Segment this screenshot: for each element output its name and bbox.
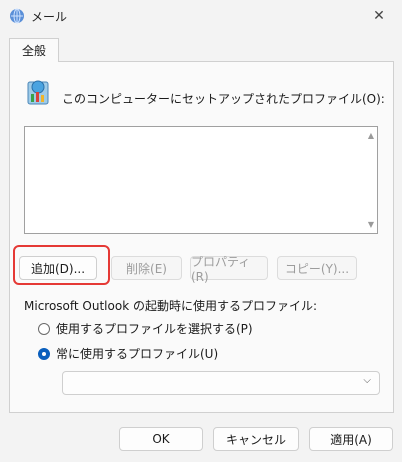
copy-button[interactable]: コピー(Y)...	[277, 256, 357, 280]
profiles-list[interactable]: ▲ ▼	[24, 126, 378, 234]
radio-prompt-indicator[interactable]	[38, 322, 50, 335]
add-button[interactable]: 追加(D)...	[19, 256, 97, 280]
tab-general[interactable]: 全般	[9, 38, 59, 62]
tab-general-label: 全般	[21, 44, 46, 58]
cancel-button[interactable]: キャンセル	[213, 427, 299, 451]
close-icon: ✕	[373, 8, 385, 24]
radio-prompt-profile[interactable]: 使用するプロファイルを選択する(P)	[38, 320, 253, 337]
always-profile-select[interactable]: ⌵	[62, 371, 380, 395]
profiles-label: このコンピューターにセットアップされたプロファイル(O):	[62, 92, 385, 106]
mail-globe-icon	[10, 8, 24, 24]
scroll-up-icon[interactable]: ▲	[368, 131, 374, 140]
close-button[interactable]: ✕	[356, 0, 402, 32]
radio-always-indicator[interactable]	[38, 347, 50, 360]
window-title: メール	[31, 10, 68, 24]
delete-button[interactable]: 削除(E)	[111, 256, 182, 280]
mail-profiles-icon	[27, 80, 49, 105]
apply-button[interactable]: 適用(A)	[309, 427, 393, 451]
profiles-scrollbar[interactable]: ▲ ▼	[362, 127, 377, 233]
chevron-down-icon[interactable]: ⌵	[363, 375, 371, 386]
ok-button[interactable]: OK	[119, 427, 203, 451]
title-bar: メール ✕	[0, 0, 402, 32]
radio-always-profile[interactable]: 常に使用するプロファイル(U)	[38, 345, 218, 362]
radio-prompt-label: 使用するプロファイルを選択する(P)	[56, 322, 253, 336]
startup-profile-label: Microsoft Outlook の起動時に使用するプロファイル:	[24, 299, 318, 313]
scroll-down-icon[interactable]: ▼	[368, 220, 374, 229]
radio-always-label: 常に使用するプロファイル(U)	[56, 347, 219, 361]
properties-button[interactable]: プロパティ(R)	[190, 255, 268, 284]
